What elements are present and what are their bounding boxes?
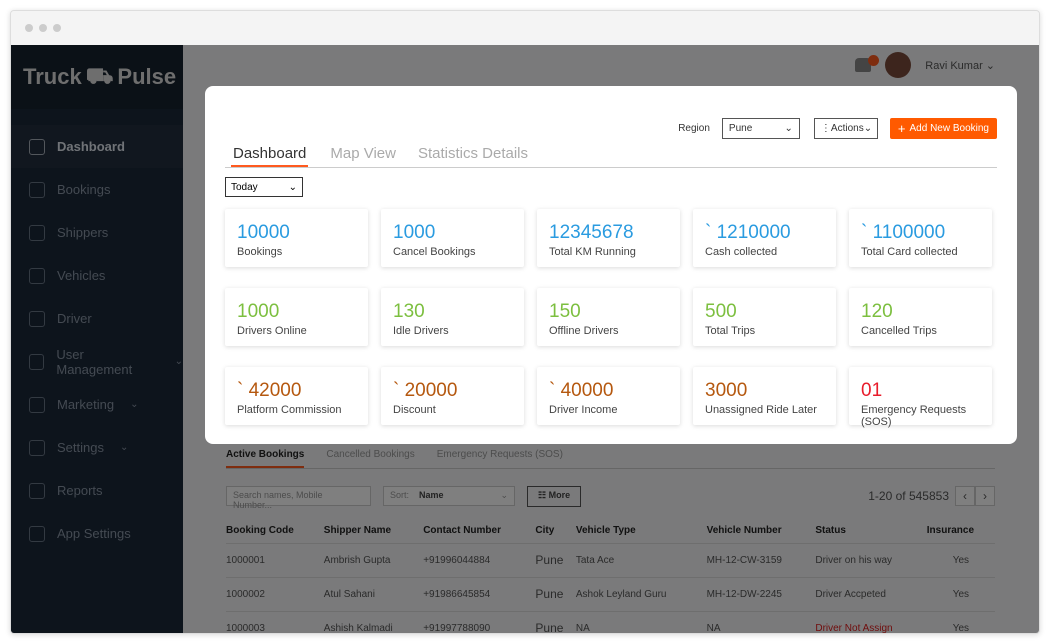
stat-card[interactable]: 130 Idle Drivers (381, 288, 524, 346)
stat-card[interactable]: ` 42000 Platform Commission (225, 367, 368, 425)
stat-card[interactable]: 1000 Cancel Bookings (381, 209, 524, 267)
stat-card[interactable]: 3000 Unassigned Ride Later (693, 367, 836, 425)
stat-value: ` 42000 (237, 380, 302, 401)
stat-card[interactable]: 01 Emergency Requests (SOS) (849, 367, 992, 428)
stat-value: 500 (705, 301, 737, 322)
window-dot[interactable] (25, 24, 33, 32)
stat-value: ` 40000 (549, 380, 614, 401)
stat-card[interactable]: ` 1100000 Total Card collected (849, 209, 992, 267)
stat-label: Offline Drivers (549, 325, 619, 337)
stat-value: 12345678 (549, 222, 634, 243)
stat-card[interactable]: 500 Total Trips (693, 288, 836, 346)
stat-label: Driver Income (549, 404, 618, 416)
stat-label: Drivers Online (237, 325, 307, 337)
stat-value: 3000 (705, 380, 748, 401)
period-value: Today (231, 181, 258, 193)
stat-value: 01 (861, 380, 883, 401)
stat-card[interactable]: 1000 Drivers Online (225, 288, 368, 346)
stat-value: 130 (393, 301, 425, 322)
stat-value: 1000 (237, 301, 280, 322)
actions-dropdown[interactable]: ⋮ Actions ⌄ (813, 118, 878, 139)
chevron-down-icon: ⌄ (288, 181, 297, 193)
tab-dashboard[interactable]: Dashboard (231, 145, 309, 167)
plus-icon: + (897, 121, 906, 136)
stat-label: Cash collected (705, 246, 778, 258)
stat-card[interactable]: 150 Offline Drivers (537, 288, 680, 346)
stat-label: Total Trips (705, 325, 756, 337)
tab-statistics-details[interactable]: Statistics Details (418, 145, 528, 167)
stat-label: Bookings (237, 246, 283, 258)
stat-label: Idle Drivers (393, 325, 449, 337)
browser-window: Truck⛟Pulse DashboardBookingsShippersVeh… (10, 10, 1040, 634)
stat-card[interactable]: ` 1210000 Cash collected (693, 209, 836, 267)
stat-value: ` 1100000 (861, 222, 946, 243)
stat-value: 120 (861, 301, 893, 322)
window-dot[interactable] (53, 24, 61, 32)
stat-label: Cancel Bookings (393, 246, 476, 258)
stat-label: Discount (393, 404, 436, 416)
stat-card[interactable]: ` 20000 Discount (381, 367, 524, 425)
stat-card[interactable]: 12345678 Total KM Running (537, 209, 680, 267)
actions-label: Actions (830, 123, 864, 134)
stat-value: 150 (549, 301, 581, 322)
stat-value: 1000 (393, 222, 436, 243)
stat-label: Emergency Requests (SOS) (861, 404, 967, 428)
stat-label: Cancelled Trips (861, 325, 937, 337)
stat-label: Unassigned Ride Later (705, 404, 817, 416)
chevron-down-icon: ⌄ (784, 123, 793, 134)
stat-value: ` 20000 (393, 380, 458, 401)
stat-value: 10000 (237, 222, 290, 243)
stat-label: Total Card collected (861, 246, 958, 258)
region-select[interactable]: Pune ⌄ (721, 118, 800, 139)
stat-card[interactable]: ` 40000 Driver Income (537, 367, 680, 425)
kebab-icon: ⋮ (820, 123, 831, 134)
stat-value: ` 1210000 (705, 222, 791, 243)
stat-card[interactable]: 10000 Bookings (225, 209, 368, 267)
title-bar (11, 11, 1039, 45)
window-dot[interactable] (39, 24, 47, 32)
chevron-down-icon: ⌄ (863, 123, 873, 134)
stat-card[interactable]: 120 Cancelled Trips (849, 288, 992, 346)
add-label: Add New Booking (909, 123, 990, 134)
stat-label: Total KM Running (549, 246, 636, 258)
region-label: Region (678, 123, 710, 134)
stat-label: Platform Commission (237, 404, 342, 416)
dashboard-modal: Region Pune ⌄ ⋮ Actions ⌄ + Add New Booking … (205, 86, 1017, 444)
add-new-booking-button[interactable]: + Add New Booking (889, 118, 997, 139)
region-value: Pune (728, 123, 753, 134)
tab-map-view[interactable]: Map View (330, 145, 396, 167)
period-select[interactable]: Today ⌄ (225, 177, 303, 197)
